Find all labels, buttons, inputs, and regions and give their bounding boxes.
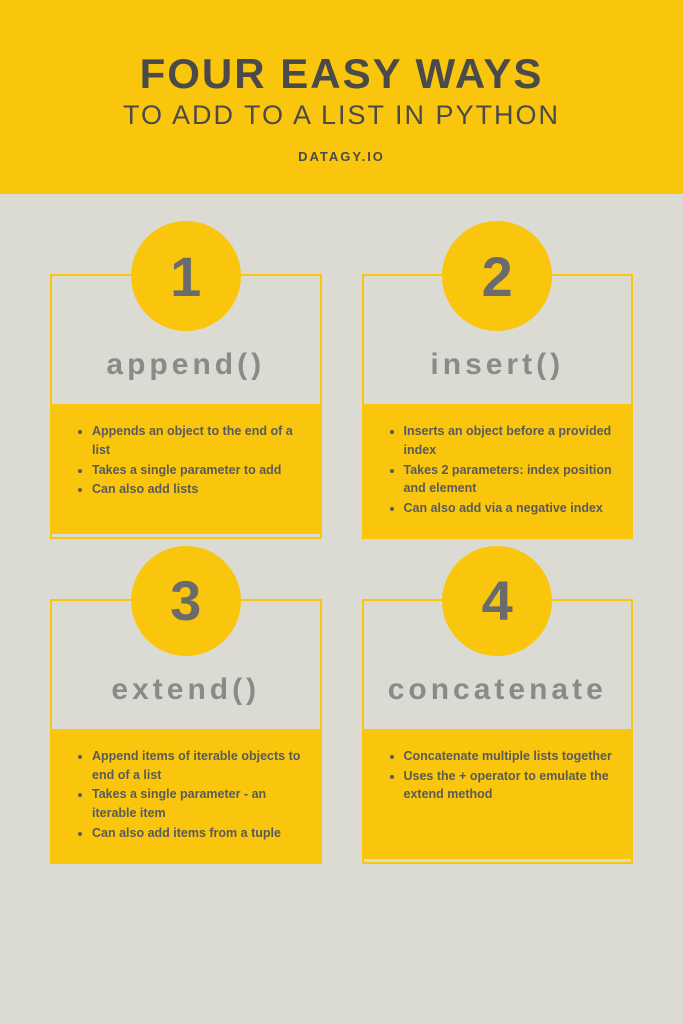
method-description: Appends an object to the end of a list T… [52, 404, 320, 534]
bullet: Can also add lists [92, 480, 302, 499]
bullet: Concatenate multiple lists together [404, 747, 614, 766]
card-append: 1 append() Appends an object to the end … [50, 274, 322, 539]
step-number: 4 [442, 546, 552, 656]
method-description: Append items of iterable objects to end … [52, 729, 320, 862]
page-subtitle: TO ADD TO A LIST IN PYTHON [20, 100, 663, 131]
bullet: Takes a single parameter - an iterable i… [92, 785, 302, 823]
step-number: 1 [131, 221, 241, 331]
bullet: Inserts an object before a provided inde… [404, 422, 614, 460]
bullet: Uses the + operator to emulate the exten… [404, 767, 614, 805]
method-description: Concatenate multiple lists together Uses… [364, 729, 632, 859]
card-insert: 2 insert() Inserts an object before a pr… [362, 274, 634, 539]
bullet: Can also add items from a tuple [92, 824, 302, 843]
step-number: 2 [442, 221, 552, 331]
card-extend: 3 extend() Append items of iterable obje… [50, 599, 322, 864]
step-number: 3 [131, 546, 241, 656]
header-banner: FOUR EASY WAYS TO ADD TO A LIST IN PYTHO… [0, 0, 683, 194]
bullet: Takes a single parameter to add [92, 461, 302, 480]
page-title: FOUR EASY WAYS [20, 50, 663, 98]
cards-grid: 1 append() Appends an object to the end … [0, 194, 683, 904]
card-concatenate: 4 concatenate Concatenate multiple lists… [362, 599, 634, 864]
bullet: Appends an object to the end of a list [92, 422, 302, 460]
bullet: Can also add via a negative index [404, 499, 614, 518]
site-label: DATAGY.IO [20, 149, 663, 164]
bullet: Append items of iterable objects to end … [92, 747, 302, 785]
method-description: Inserts an object before a provided inde… [364, 404, 632, 537]
bullet: Takes 2 parameters: index position and e… [404, 461, 614, 499]
